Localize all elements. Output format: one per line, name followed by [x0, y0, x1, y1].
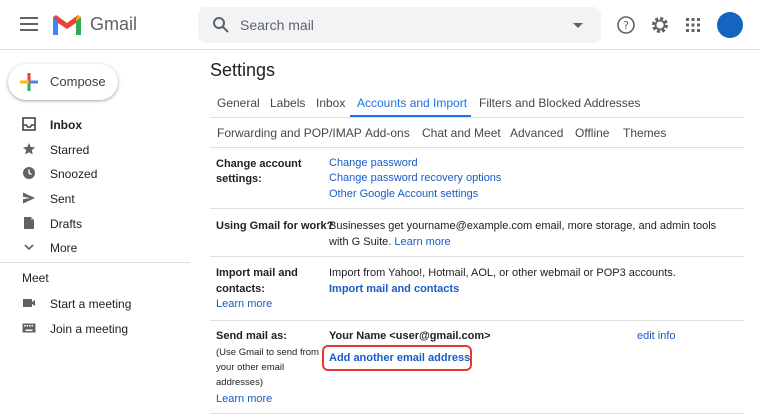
- tab-general[interactable]: General: [217, 96, 260, 110]
- search-input[interactable]: [240, 15, 560, 35]
- section-divider: [210, 413, 744, 414]
- meet-section-title: Meet: [22, 271, 49, 285]
- sidebar-item-sent[interactable]: Sent: [0, 187, 180, 211]
- keyboard-icon: [22, 323, 36, 333]
- sidebar-divider: [0, 262, 190, 263]
- other-google-account-settings-link[interactable]: Other Google Account settings: [329, 187, 478, 202]
- compose-plus-icon: [20, 73, 38, 91]
- send-mail-as-label: Send mail as:: [216, 330, 287, 342]
- search-options-icon[interactable]: [573, 23, 583, 28]
- import-description: Import from Yahoo!, Hotmail, AOL, or oth…: [329, 267, 676, 279]
- send-mail-as-learn-more-link[interactable]: Learn more: [216, 392, 272, 407]
- tab-chat-and-meet[interactable]: Chat and Meet: [422, 126, 501, 140]
- apps-grid-icon[interactable]: [683, 15, 703, 35]
- chevron-down-icon: [24, 244, 34, 251]
- send-mail-as-sub-line1: (Use Gmail to send from: [216, 347, 319, 358]
- section-divider: [210, 208, 744, 209]
- gmail-logo-icon[interactable]: [52, 14, 82, 36]
- star-icon: [23, 143, 35, 155]
- sidebar-item-snoozed[interactable]: Snoozed: [0, 162, 180, 186]
- account-avatar[interactable]: [717, 12, 743, 38]
- sidebar-item-start-meeting[interactable]: Start a meeting: [0, 292, 180, 316]
- tab-accounts-and-import[interactable]: Accounts and Import: [357, 96, 467, 110]
- change-recovery-options-link[interactable]: Change password recovery options: [329, 171, 501, 186]
- send-as-identity: Your Name <user@gmail.com>: [329, 330, 491, 342]
- gmail-for-work-text-tail: with G Suite.: [329, 236, 392, 248]
- sidebar-item-label: Sent: [50, 192, 75, 206]
- gmail-for-work-text: Businesses get yourname@example.com emai…: [329, 220, 717, 232]
- change-account-label-line1: Change account: [216, 158, 302, 170]
- top-bar: Gmail ?: [0, 0, 760, 50]
- gmail-for-work-learn-more-link[interactable]: Learn more: [394, 236, 450, 248]
- sidebar-item-more[interactable]: More: [0, 236, 180, 260]
- sidebar-item-label: Join a meeting: [50, 322, 129, 336]
- compose-label: Compose: [50, 74, 106, 89]
- send-icon: [23, 192, 35, 204]
- svg-text:?: ?: [623, 19, 629, 32]
- gmail-for-work-label: Using Gmail for work?: [216, 220, 334, 232]
- section-divider: [210, 256, 744, 257]
- tab-offline[interactable]: Offline: [575, 126, 609, 140]
- tab-filters-and-blocked-addresses[interactable]: Filters and Blocked Addresses: [479, 96, 640, 110]
- sidebar-item-label: Starred: [50, 143, 90, 157]
- send-mail-as-sub-line2: your other email: [216, 362, 285, 373]
- import-label-line2: contacts:: [216, 283, 265, 295]
- sidebar-item-starred[interactable]: Starred: [0, 138, 180, 162]
- send-mail-as-sub-line3: addresses): [216, 377, 263, 388]
- app-name: Gmail: [90, 14, 138, 34]
- sidebar-item-label: Drafts: [50, 217, 83, 231]
- tab-inbox[interactable]: Inbox: [316, 96, 345, 110]
- import-learn-more-link[interactable]: Learn more: [216, 297, 272, 312]
- sidebar-item-label: Inbox: [50, 118, 82, 132]
- settings-gear-icon[interactable]: [650, 15, 670, 35]
- main-menu-icon[interactable]: [20, 17, 38, 31]
- sidebar-item-drafts[interactable]: Drafts: [0, 212, 180, 236]
- clock-icon: [23, 167, 35, 179]
- tab-labels[interactable]: Labels: [270, 96, 305, 110]
- tab-forwarding-and-pop-imap[interactable]: Forwarding and POP/IMAP: [217, 126, 362, 140]
- gmail-for-work-text-line2: with G Suite. Learn more: [329, 234, 451, 250]
- tabs-divider: [210, 117, 744, 118]
- sidebar-item-label: More: [50, 241, 78, 255]
- compose-button[interactable]: Compose: [8, 64, 118, 100]
- video-icon: [23, 299, 35, 307]
- search-bar[interactable]: [198, 7, 601, 43]
- import-mail-and-contacts-link[interactable]: Import mail and contacts: [329, 282, 459, 297]
- tabs-divider: [210, 147, 744, 148]
- section-divider: [210, 320, 744, 321]
- change-account-label-line2: settings:: [216, 173, 262, 185]
- edit-info-link[interactable]: edit info: [637, 329, 676, 344]
- page-title: Settings: [210, 60, 276, 80]
- sidebar-item-label: Snoozed: [50, 167, 98, 181]
- search-icon[interactable]: [212, 16, 230, 34]
- import-label-line1: Import mail and: [216, 267, 298, 279]
- sidebar-item-label: Start a meeting: [50, 297, 132, 311]
- tab-add-ons[interactable]: Add-ons: [365, 126, 410, 140]
- inbox-icon: [22, 117, 36, 131]
- sidebar-item-inbox[interactable]: Inbox: [0, 113, 180, 137]
- tab-advanced[interactable]: Advanced: [510, 126, 563, 140]
- draft-icon: [24, 217, 34, 229]
- change-password-link[interactable]: Change password: [329, 156, 418, 171]
- add-another-email-address-link[interactable]: Add another email address: [329, 351, 470, 366]
- tab-themes[interactable]: Themes: [623, 126, 666, 140]
- sidebar-item-join-meeting[interactable]: Join a meeting: [0, 317, 180, 341]
- help-icon[interactable]: ?: [616, 15, 636, 35]
